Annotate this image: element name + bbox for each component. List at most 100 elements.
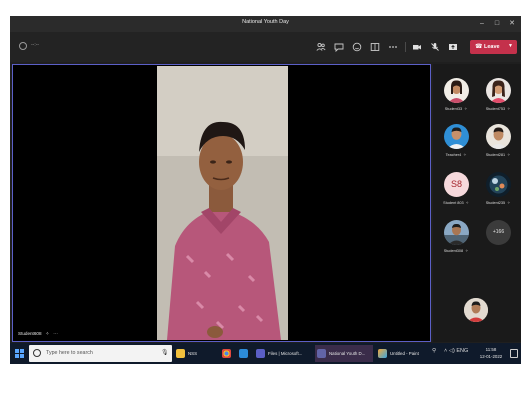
chat-button[interactable] [333,41,345,53]
search-placeholder: Type here to search [46,350,93,356]
participant-name: Student753 [485,107,506,111]
leave-button-label: Leave [484,44,500,50]
more-actions-button[interactable] [387,41,399,53]
clock-time: 11:58 [485,347,497,352]
folder-icon [176,349,185,358]
participant-name: Student235 [485,201,506,205]
participants-gallery: Student33 ✧ Student753 ✧ Teacher4 ✧ Student… [433,64,521,342]
mic-icon: ✧ [507,153,511,157]
participant-tile[interactable]: Student33 ✧ [436,78,476,120]
taskbar-item-files[interactable]: Files | Microsoft... [254,345,312,362]
avatar [444,124,469,149]
speaker-more-button[interactable]: ··· [53,331,58,336]
overflow-participants-button[interactable]: +166 [478,220,518,262]
edge-icon [239,349,248,358]
meeting-timer-value: --:-- [31,42,40,48]
self-view-avatar[interactable] [464,298,488,322]
taskbar-item-chrome[interactable] [220,345,234,362]
participant-name: Student 803 [443,201,464,205]
participant-name: Student33 [444,107,463,111]
search-icon [33,349,41,357]
overflow-count: +166 [486,220,511,245]
people-icon [316,42,326,51]
participant-name-row: Student281 ✧ [478,152,518,157]
mic-icon: ✧ [45,331,50,336]
mic-off-icon [431,43,439,51]
chrome-icon [222,349,231,358]
minimize-button[interactable]: – [476,18,488,30]
microphone-icon[interactable]: 🎙 [161,349,169,356]
taskbar-item-nss[interactable]: NSS [174,345,212,362]
speaker-video-image [157,66,288,340]
windows-start-icon[interactable] [15,349,24,358]
mic-icon: ✧ [464,107,468,111]
participant-tile[interactable]: Student753 ✧ [478,78,518,120]
participant-tile[interactable]: Student281 ✧ [478,124,518,166]
phone-icon: ☎ [475,44,483,50]
taskbar-item-paint[interactable]: Untitled - Paint [376,345,428,362]
main-stage: Student608 ✧ ··· [12,64,431,342]
more-icon [389,46,397,48]
teams-icon [317,349,326,358]
clock-icon [19,42,27,50]
participant-tile[interactable]: Student235 ✧ [478,172,518,214]
person-icon[interactable]: ⚲ [432,348,436,354]
chat-icon [334,43,344,52]
speaker-name: Student608 [18,331,42,336]
participant-name: Student281 [485,153,506,157]
participant-tile[interactable]: Teacher4 ✧ [436,124,476,166]
participant-name-row: Student753 ✧ [478,106,518,111]
reactions-button[interactable] [351,41,363,53]
taskbar-search-box[interactable]: Type here to search 🎙 [29,345,172,362]
rooms-button[interactable] [369,41,381,53]
share-screen-icon [449,44,457,50]
mic-button[interactable] [429,41,441,53]
avatar [444,78,469,103]
avatar [486,78,511,103]
taskbar-clock[interactable]: 11:58 12-01-2022 [477,346,505,360]
people-button[interactable] [315,41,327,53]
avatar [486,172,511,197]
system-tray-icons[interactable]: ˄ ◁) ENG [444,348,468,354]
camera-icon [413,45,421,50]
participant-name-row: Student 803 ✧ [436,200,476,205]
participant-tile[interactable]: S8 Student 803 ✧ [436,172,476,214]
avatar [444,220,469,245]
speaker-video[interactable] [157,66,288,340]
meeting-toolbar: --:-- ☎ Leave ▼ [10,32,521,62]
meeting-timer: --:-- [19,41,49,53]
avatar-initials: S8 [444,172,469,197]
taskbar-item-label: National Youth D... [329,351,366,356]
avatar [486,124,511,149]
taskbar-item-meeting[interactable]: National Youth D... [315,345,373,362]
clock-date: 12-01-2022 [479,354,503,359]
taskbar-item-label: NSS [188,351,198,356]
toolbar-divider [405,42,406,52]
maximize-button[interactable]: □ [491,18,503,30]
mic-icon: ✧ [465,201,469,205]
participant-name: Teacher4 [445,153,462,157]
windows-taskbar: Type here to search 🎙 NSS Files | Micros… [10,343,521,364]
participant-name: Student308 [443,249,464,253]
speaker-name-tag: Student608 ✧ ··· [18,329,58,338]
taskbar-item-label: Files | Microsoft... [268,351,303,356]
chevron-down-icon[interactable]: ▼ [508,43,513,49]
window-title: National Youth Day [242,19,289,25]
participant-name-row: Student308 ✧ [436,248,476,253]
close-button[interactable]: ✕ [506,18,518,30]
notification-icon[interactable] [510,349,518,358]
participant-name-row: Student33 ✧ [436,106,476,111]
mic-icon: ✧ [507,201,511,205]
participant-tile[interactable]: Student308 ✧ [436,220,476,262]
paint-icon [378,349,387,358]
taskbar-item-label: Untitled - Paint [390,351,419,356]
mic-icon: ✧ [463,153,467,157]
leave-button[interactable]: ☎ Leave ▼ [470,40,517,54]
mic-icon: ✧ [507,107,511,111]
camera-button[interactable] [411,41,423,53]
screenshot: National Youth Day – □ ✕ --:-- ☎ Leave ▼… [0,0,527,393]
rooms-icon [370,43,380,51]
share-screen-button[interactable] [447,41,459,53]
title-bar: National Youth Day – □ ✕ [10,16,521,32]
taskbar-item-edge[interactable] [237,345,251,362]
